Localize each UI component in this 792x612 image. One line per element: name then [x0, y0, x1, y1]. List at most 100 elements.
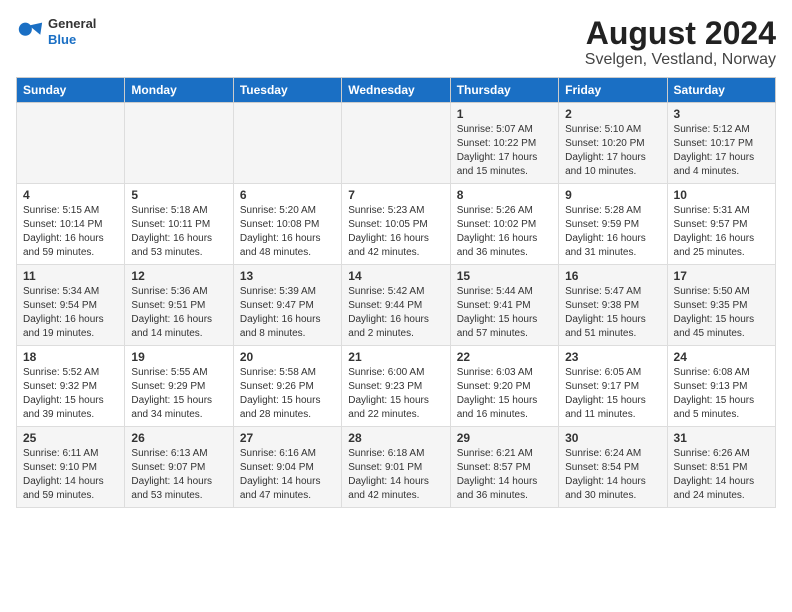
day-number: 27 — [240, 431, 335, 445]
header-tuesday: Tuesday — [233, 78, 341, 103]
day-number: 9 — [565, 188, 660, 202]
page-header: General Blue August 2024 Svelgen, Vestla… — [16, 16, 776, 69]
day-number: 4 — [23, 188, 118, 202]
day-info: Sunrise: 5:52 AM Sunset: 9:32 PM Dayligh… — [23, 366, 118, 422]
calendar-cell — [17, 103, 125, 184]
day-number: 19 — [131, 350, 226, 364]
calendar-cell: 5Sunrise: 5:18 AM Sunset: 10:11 PM Dayli… — [125, 184, 233, 265]
calendar-cell: 23Sunrise: 6:05 AM Sunset: 9:17 PM Dayli… — [559, 346, 667, 427]
calendar-cell: 1Sunrise: 5:07 AM Sunset: 10:22 PM Dayli… — [450, 103, 558, 184]
calendar-cell — [342, 103, 450, 184]
calendar-cell: 20 Sunrise: 5:58 AM Sunset: 9:26 PM Dayli… — [233, 346, 341, 427]
day-number: 20 — [240, 350, 335, 364]
logo-text: General Blue — [48, 16, 96, 47]
day-info: Sunrise: 5:31 AM Sunset: 9:57 PM Dayligh… — [674, 204, 769, 260]
calendar-cell: 9 Sunrise: 5:28 AM Sunset: 9:59 PM Daylig… — [559, 184, 667, 265]
day-number: 6 — [240, 188, 335, 202]
calendar-cell — [125, 103, 233, 184]
calendar-cell: 2 Sunrise: 5:10 AM Sunset: 10:20 PM Dayli… — [559, 103, 667, 184]
day-info: Sunrise: 5:34 AM Sunset: 9:54 PM Dayligh… — [23, 285, 118, 341]
calendar-cell: 10 Sunrise: 5:31 AM Sunset: 9:57 PM Dayli… — [667, 184, 775, 265]
day-info: Sunrise: 5:55 AM Sunset: 9:29 PM Dayligh… — [131, 366, 226, 422]
day-number: 3 — [674, 107, 769, 121]
calendar-cell: 29 Sunrise: 6:21 AM Sunset: 8:57 PM Dayli… — [450, 427, 558, 508]
header-wednesday: Wednesday — [342, 78, 450, 103]
calendar-cell: 8 Sunrise: 5:26 AM Sunset: 10:02 PM Dayli… — [450, 184, 558, 265]
calendar-cell: 15 Sunrise: 5:44 AM Sunset: 9:41 PM Dayli… — [450, 265, 558, 346]
day-number: 7 — [348, 188, 443, 202]
calendar-table: SundayMondayTuesdayWednesdayThursdayFrid… — [16, 77, 776, 508]
day-info: Sunrise: 5:50 AM Sunset: 9:35 PM Dayligh… — [674, 285, 769, 341]
calendar-title: August 2024 — [585, 16, 776, 51]
day-info: Sunrise: 5:44 AM Sunset: 9:41 PM Dayligh… — [457, 285, 552, 341]
day-info: Sunrise: 6:26 AM Sunset: 8:51 PM Dayligh… — [674, 447, 769, 503]
day-info: Sunrise: 6:18 AM Sunset: 9:01 PM Dayligh… — [348, 447, 443, 503]
logo-line1: General — [48, 16, 96, 32]
calendar-cell: 22Sunrise: 6:03 AM Sunset: 9:20 PM Dayli… — [450, 346, 558, 427]
calendar-cell: 7 Sunrise: 5:23 AM Sunset: 10:05 PM Dayli… — [342, 184, 450, 265]
day-number: 29 — [457, 431, 552, 445]
day-number: 10 — [674, 188, 769, 202]
day-number: 13 — [240, 269, 335, 283]
day-info: Sunrise: 5:12 AM Sunset: 10:17 PM Daylig… — [674, 123, 769, 179]
day-number: 28 — [348, 431, 443, 445]
day-info: Sunrise: 6:21 AM Sunset: 8:57 PM Dayligh… — [457, 447, 552, 503]
day-info: Sunrise: 6:16 AM Sunset: 9:04 PM Dayligh… — [240, 447, 335, 503]
week-row-1: 1Sunrise: 5:07 AM Sunset: 10:22 PM Dayli… — [17, 103, 776, 184]
day-number: 17 — [674, 269, 769, 283]
day-number: 5 — [131, 188, 226, 202]
day-info: Sunrise: 6:13 AM Sunset: 9:07 PM Dayligh… — [131, 447, 226, 503]
header-thursday: Thursday — [450, 78, 558, 103]
day-info: Sunrise: 5:42 AM Sunset: 9:44 PM Dayligh… — [348, 285, 443, 341]
calendar-cell: 24 Sunrise: 6:08 AM Sunset: 9:13 PM Dayli… — [667, 346, 775, 427]
day-info: Sunrise: 5:15 AM Sunset: 10:14 PM Daylig… — [23, 204, 118, 260]
day-info: Sunrise: 6:24 AM Sunset: 8:54 PM Dayligh… — [565, 447, 660, 503]
calendar-header-row: SundayMondayTuesdayWednesdayThursdayFrid… — [17, 78, 776, 103]
day-number: 15 — [457, 269, 552, 283]
header-friday: Friday — [559, 78, 667, 103]
day-info: Sunrise: 5:39 AM Sunset: 9:47 PM Dayligh… — [240, 285, 335, 341]
day-number: 14 — [348, 269, 443, 283]
calendar-cell: 16Sunrise: 5:47 AM Sunset: 9:38 PM Dayli… — [559, 265, 667, 346]
logo: General Blue — [16, 16, 96, 47]
day-number: 31 — [674, 431, 769, 445]
calendar-cell — [233, 103, 341, 184]
logo-line2: Blue — [48, 32, 96, 48]
calendar-cell: 13 Sunrise: 5:39 AM Sunset: 9:47 PM Dayli… — [233, 265, 341, 346]
day-number: 18 — [23, 350, 118, 364]
day-info: Sunrise: 6:00 AM Sunset: 9:23 PM Dayligh… — [348, 366, 443, 422]
day-number: 24 — [674, 350, 769, 364]
calendar-subtitle: Svelgen, Vestland, Norway — [585, 51, 776, 69]
day-info: Sunrise: 5:23 AM Sunset: 10:05 PM Daylig… — [348, 204, 443, 260]
calendar-cell: 14 Sunrise: 5:42 AM Sunset: 9:44 PM Dayli… — [342, 265, 450, 346]
calendar-cell: 11 Sunrise: 5:34 AM Sunset: 9:54 PM Dayli… — [17, 265, 125, 346]
header-monday: Monday — [125, 78, 233, 103]
calendar-cell: 25Sunrise: 6:11 AM Sunset: 9:10 PM Dayli… — [17, 427, 125, 508]
day-info: Sunrise: 5:20 AM Sunset: 10:08 PM Daylig… — [240, 204, 335, 260]
calendar-cell: 28 Sunrise: 6:18 AM Sunset: 9:01 PM Dayli… — [342, 427, 450, 508]
calendar-cell: 4 Sunrise: 5:15 AM Sunset: 10:14 PM Dayli… — [17, 184, 125, 265]
logo-icon — [16, 18, 44, 46]
day-number: 12 — [131, 269, 226, 283]
day-info: Sunrise: 5:10 AM Sunset: 10:20 PM Daylig… — [565, 123, 660, 179]
day-info: Sunrise: 5:26 AM Sunset: 10:02 PM Daylig… — [457, 204, 552, 260]
week-row-2: 4 Sunrise: 5:15 AM Sunset: 10:14 PM Dayli… — [17, 184, 776, 265]
week-row-5: 25Sunrise: 6:11 AM Sunset: 9:10 PM Dayli… — [17, 427, 776, 508]
day-number: 11 — [23, 269, 118, 283]
calendar-cell: 19 Sunrise: 5:55 AM Sunset: 9:29 PM Dayli… — [125, 346, 233, 427]
day-number: 8 — [457, 188, 552, 202]
day-info: Sunrise: 5:28 AM Sunset: 9:59 PM Dayligh… — [565, 204, 660, 260]
day-info: Sunrise: 5:58 AM Sunset: 9:26 PM Dayligh… — [240, 366, 335, 422]
day-number: 1 — [457, 107, 552, 121]
calendar-cell: 30Sunrise: 6:24 AM Sunset: 8:54 PM Dayli… — [559, 427, 667, 508]
week-row-3: 11 Sunrise: 5:34 AM Sunset: 9:54 PM Dayli… — [17, 265, 776, 346]
day-number: 21 — [348, 350, 443, 364]
calendar-cell: 21 Sunrise: 6:00 AM Sunset: 9:23 PM Dayli… — [342, 346, 450, 427]
calendar-cell: 18 Sunrise: 5:52 AM Sunset: 9:32 PM Dayli… — [17, 346, 125, 427]
header-sunday: Sunday — [17, 78, 125, 103]
day-number: 23 — [565, 350, 660, 364]
day-info: Sunrise: 5:36 AM Sunset: 9:51 PM Dayligh… — [131, 285, 226, 341]
day-info: Sunrise: 6:08 AM Sunset: 9:13 PM Dayligh… — [674, 366, 769, 422]
week-row-4: 18 Sunrise: 5:52 AM Sunset: 9:32 PM Dayli… — [17, 346, 776, 427]
day-number: 2 — [565, 107, 660, 121]
